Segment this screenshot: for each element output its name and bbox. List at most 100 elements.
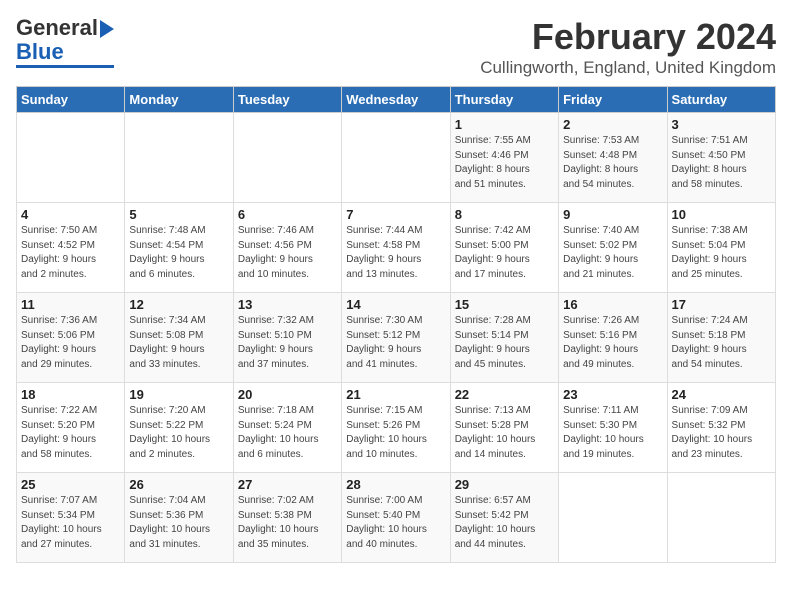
- calendar-cell: [667, 473, 775, 563]
- day-number: 2: [563, 117, 662, 132]
- day-info: Sunrise: 7:26 AM Sunset: 5:16 PM Dayligh…: [563, 314, 662, 372]
- calendar-week-row: 18 Sunrise: 7:22 AM Sunset: 5:20 PM Dayli…: [17, 383, 776, 473]
- calendar-cell: 28 Sunrise: 7:00 AM Sunset: 5:40 PM Dayli…: [342, 473, 450, 563]
- calendar-body: 1Sunrise: 7:55 AM Sunset: 4:46 PM Daylig…: [17, 113, 776, 563]
- day-info: Sunrise: 7:38 AM Sunset: 5:04 PM Dayligh…: [672, 224, 771, 282]
- day-info: Sunrise: 7:42 AM Sunset: 5:00 PM Dayligh…: [455, 224, 554, 282]
- day-info: Sunrise: 7:13 AM Sunset: 5:28 PM Dayligh…: [455, 404, 554, 462]
- day-number: 14: [346, 297, 445, 312]
- day-number: 13: [238, 297, 337, 312]
- calendar-cell: [233, 113, 341, 203]
- calendar-cell: 18 Sunrise: 7:22 AM Sunset: 5:20 PM Dayli…: [17, 383, 125, 473]
- day-info: Sunrise: 7:07 AM Sunset: 5:34 PM Dayligh…: [21, 494, 120, 552]
- day-number: 3: [672, 117, 771, 132]
- calendar-cell: 14 Sunrise: 7:30 AM Sunset: 5:12 PM Dayli…: [342, 293, 450, 383]
- calendar-cell: 15 Sunrise: 7:28 AM Sunset: 5:14 PM Dayli…: [450, 293, 558, 383]
- day-number: 9: [563, 207, 662, 222]
- day-number: 16: [563, 297, 662, 312]
- calendar-header-row: SundayMondayTuesdayWednesdayThursdayFrid…: [17, 87, 776, 113]
- day-info: Sunrise: 7:18 AM Sunset: 5:24 PM Dayligh…: [238, 404, 337, 462]
- day-info: Sunrise: 7:55 AM Sunset: 4:46 PM Dayligh…: [455, 134, 554, 192]
- calendar-week-row: 25 Sunrise: 7:07 AM Sunset: 5:34 PM Dayli…: [17, 473, 776, 563]
- day-info: Sunrise: 7:32 AM Sunset: 5:10 PM Dayligh…: [238, 314, 337, 372]
- day-header-thursday: Thursday: [450, 87, 558, 113]
- logo-text-blue: Blue: [16, 40, 64, 64]
- calendar-cell: [559, 473, 667, 563]
- page-header: General Blue February 2024 Cullingworth,…: [16, 16, 776, 78]
- day-info: Sunrise: 7:50 AM Sunset: 4:52 PM Dayligh…: [21, 224, 120, 282]
- day-number: 29: [455, 477, 554, 492]
- day-header-saturday: Saturday: [667, 87, 775, 113]
- calendar-cell: 10 Sunrise: 7:38 AM Sunset: 5:04 PM Dayli…: [667, 203, 775, 293]
- day-header-friday: Friday: [559, 87, 667, 113]
- calendar-week-row: 4 Sunrise: 7:50 AM Sunset: 4:52 PM Daylig…: [17, 203, 776, 293]
- calendar-cell: 21Sunrise: 7:15 AM Sunset: 5:26 PM Dayli…: [342, 383, 450, 473]
- day-info: Sunrise: 7:44 AM Sunset: 4:58 PM Dayligh…: [346, 224, 445, 282]
- day-info: Sunrise: 7:11 AM Sunset: 5:30 PM Dayligh…: [563, 404, 662, 462]
- day-info: Sunrise: 7:30 AM Sunset: 5:12 PM Dayligh…: [346, 314, 445, 372]
- day-number: 4: [21, 207, 120, 222]
- calendar-title: February 2024: [480, 16, 776, 58]
- day-info: Sunrise: 6:57 AM Sunset: 5:42 PM Dayligh…: [455, 494, 554, 552]
- day-info: Sunrise: 7:15 AM Sunset: 5:26 PM Dayligh…: [346, 404, 445, 462]
- calendar-subtitle: Cullingworth, England, United Kingdom: [480, 58, 776, 78]
- calendar-table: SundayMondayTuesdayWednesdayThursdayFrid…: [16, 86, 776, 563]
- day-info: Sunrise: 7:28 AM Sunset: 5:14 PM Dayligh…: [455, 314, 554, 372]
- day-number: 19: [129, 387, 228, 402]
- calendar-cell: 17Sunrise: 7:24 AM Sunset: 5:18 PM Dayli…: [667, 293, 775, 383]
- calendar-cell: 8 Sunrise: 7:42 AM Sunset: 5:00 PM Daylig…: [450, 203, 558, 293]
- calendar-cell: 3 Sunrise: 7:51 AM Sunset: 4:50 PM Daylig…: [667, 113, 775, 203]
- calendar-cell: [125, 113, 233, 203]
- calendar-cell: 7 Sunrise: 7:44 AM Sunset: 4:58 PM Daylig…: [342, 203, 450, 293]
- day-info: Sunrise: 7:34 AM Sunset: 5:08 PM Dayligh…: [129, 314, 228, 372]
- day-number: 24: [672, 387, 771, 402]
- day-number: 11: [21, 297, 120, 312]
- calendar-cell: [17, 113, 125, 203]
- day-header-tuesday: Tuesday: [233, 87, 341, 113]
- day-info: Sunrise: 7:36 AM Sunset: 5:06 PM Dayligh…: [21, 314, 120, 372]
- day-info: Sunrise: 7:46 AM Sunset: 4:56 PM Dayligh…: [238, 224, 337, 282]
- day-number: 27: [238, 477, 337, 492]
- day-info: Sunrise: 7:48 AM Sunset: 4:54 PM Dayligh…: [129, 224, 228, 282]
- day-number: 15: [455, 297, 554, 312]
- day-info: Sunrise: 7:24 AM Sunset: 5:18 PM Dayligh…: [672, 314, 771, 372]
- day-number: 6: [238, 207, 337, 222]
- day-number: 26: [129, 477, 228, 492]
- calendar-cell: 27Sunrise: 7:02 AM Sunset: 5:38 PM Dayli…: [233, 473, 341, 563]
- calendar-cell: 24Sunrise: 7:09 AM Sunset: 5:32 PM Dayli…: [667, 383, 775, 473]
- day-number: 22: [455, 387, 554, 402]
- calendar-cell: 11 Sunrise: 7:36 AM Sunset: 5:06 PM Dayli…: [17, 293, 125, 383]
- calendar-cell: 23 Sunrise: 7:11 AM Sunset: 5:30 PM Dayli…: [559, 383, 667, 473]
- calendar-week-row: 11 Sunrise: 7:36 AM Sunset: 5:06 PM Dayli…: [17, 293, 776, 383]
- day-header-sunday: Sunday: [17, 87, 125, 113]
- day-number: 23: [563, 387, 662, 402]
- day-number: 25: [21, 477, 120, 492]
- day-number: 8: [455, 207, 554, 222]
- day-header-monday: Monday: [125, 87, 233, 113]
- day-info: Sunrise: 7:00 AM Sunset: 5:40 PM Dayligh…: [346, 494, 445, 552]
- day-info: Sunrise: 7:40 AM Sunset: 5:02 PM Dayligh…: [563, 224, 662, 282]
- calendar-cell: 25 Sunrise: 7:07 AM Sunset: 5:34 PM Dayli…: [17, 473, 125, 563]
- calendar-cell: 4 Sunrise: 7:50 AM Sunset: 4:52 PM Daylig…: [17, 203, 125, 293]
- day-number: 5: [129, 207, 228, 222]
- day-info: Sunrise: 7:51 AM Sunset: 4:50 PM Dayligh…: [672, 134, 771, 192]
- calendar-cell: 6 Sunrise: 7:46 AM Sunset: 4:56 PM Daylig…: [233, 203, 341, 293]
- calendar-cell: 19Sunrise: 7:20 AM Sunset: 5:22 PM Dayli…: [125, 383, 233, 473]
- day-number: 12: [129, 297, 228, 312]
- day-info: Sunrise: 7:04 AM Sunset: 5:36 PM Dayligh…: [129, 494, 228, 552]
- day-number: 18: [21, 387, 120, 402]
- day-number: 28: [346, 477, 445, 492]
- calendar-cell: 29 Sunrise: 6:57 AM Sunset: 5:42 PM Dayli…: [450, 473, 558, 563]
- calendar-cell: 13 Sunrise: 7:32 AM Sunset: 5:10 PM Dayli…: [233, 293, 341, 383]
- calendar-cell: 22 Sunrise: 7:13 AM Sunset: 5:28 PM Dayli…: [450, 383, 558, 473]
- calendar-week-row: 1Sunrise: 7:55 AM Sunset: 4:46 PM Daylig…: [17, 113, 776, 203]
- calendar-cell: 5 Sunrise: 7:48 AM Sunset: 4:54 PM Daylig…: [125, 203, 233, 293]
- day-number: 20: [238, 387, 337, 402]
- day-number: 10: [672, 207, 771, 222]
- logo-text: General: [16, 16, 114, 40]
- day-info: Sunrise: 7:22 AM Sunset: 5:20 PM Dayligh…: [21, 404, 120, 462]
- calendar-cell: 20 Sunrise: 7:18 AM Sunset: 5:24 PM Dayli…: [233, 383, 341, 473]
- calendar-cell: 2Sunrise: 7:53 AM Sunset: 4:48 PM Daylig…: [559, 113, 667, 203]
- calendar-cell: 1Sunrise: 7:55 AM Sunset: 4:46 PM Daylig…: [450, 113, 558, 203]
- day-number: 7: [346, 207, 445, 222]
